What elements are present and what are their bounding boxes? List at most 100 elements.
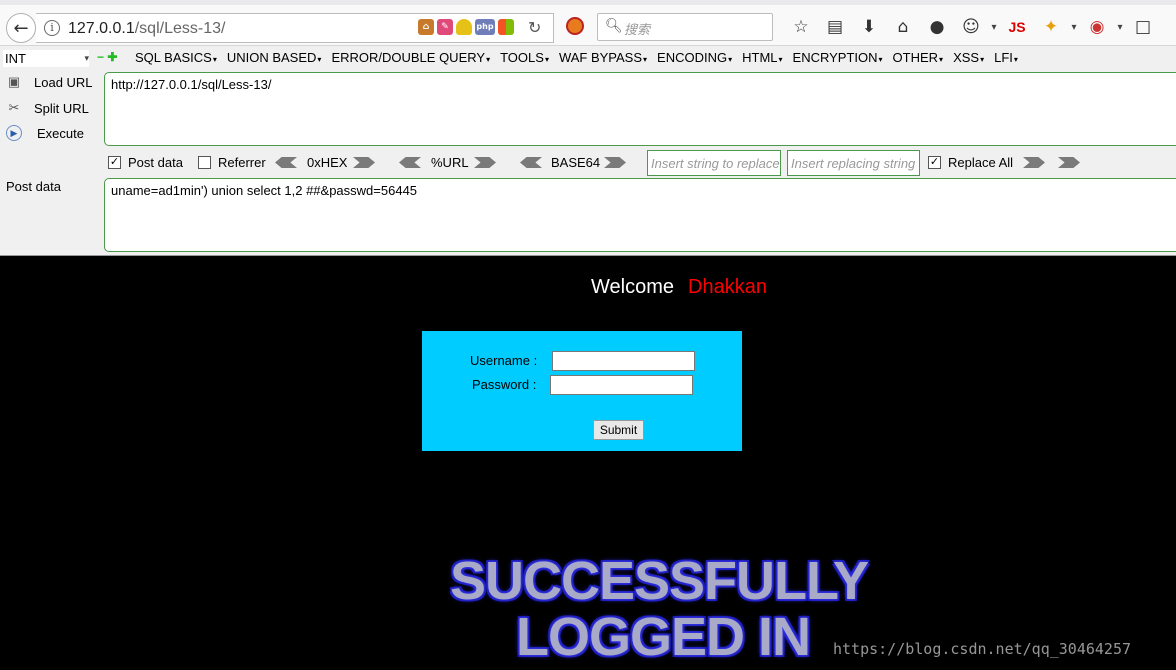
split-url-button[interactable]: ✂ Split URL	[6, 100, 89, 116]
checkbox-checked-icon: ✓	[108, 156, 121, 169]
windows-icon[interactable]	[498, 19, 514, 35]
menu-union-based[interactable]: UNION BASED	[227, 50, 322, 65]
success-line-2: LOGGED IN	[516, 607, 811, 667]
url-decode-arrow-icon[interactable]	[399, 157, 421, 168]
password-label: Password :	[472, 377, 537, 392]
menu-xss[interactable]: XSS	[953, 50, 984, 65]
address-bar[interactable]: i 127.0.0.1/sql/Less-13/ ⌂ ✎ php	[36, 13, 554, 43]
url-encode-arrow-icon[interactable]	[474, 157, 496, 168]
hex-label: 0xHEX	[307, 155, 348, 170]
firebug-dropdown-icon[interactable]: ▾	[1068, 15, 1080, 39]
replacing-string-input[interactable]: Insert replacing string	[787, 150, 920, 176]
login-form: Username : Password : Submit	[422, 331, 742, 451]
download-icon[interactable]: ⬇	[852, 15, 886, 39]
menu-encryption[interactable]: ENCRYPTION	[793, 50, 883, 65]
home-icon[interactable]: ⌂	[418, 19, 434, 35]
address-text[interactable]: 127.0.0.1/sql/Less-13/	[68, 20, 225, 38]
user-agent-icon[interactable]: ●	[920, 15, 954, 39]
home-button-icon[interactable]: ⌂	[886, 15, 920, 39]
replace-left-arrow-icon[interactable]	[1023, 157, 1045, 168]
palette-icon[interactable]: ☺	[954, 15, 988, 39]
browser-toolbar: ← i 127.0.0.1/sql/Less-13/ ⌂ ✎ php ↻ 🔍︎ …	[0, 0, 1176, 46]
url-textarea[interactable]: http://127.0.0.1/sql/Less-13/	[104, 72, 1176, 146]
firebug-icon[interactable]: ✦	[1034, 15, 1068, 39]
hackbar-toggle-icon[interactable]: ◉	[1080, 15, 1114, 39]
hex-decode-arrow-icon[interactable]	[275, 157, 297, 168]
select-arrow-icon: ▾	[84, 53, 89, 63]
checkbox-unchecked-icon	[198, 156, 211, 169]
base64-label: BASE64	[551, 155, 601, 170]
hackbar-options: ✓ Post data Referrer 0xHEX %URL BASE64 In…	[108, 150, 1176, 176]
replace-all-checkbox[interactable]: ✓ Replace All	[928, 155, 1013, 170]
welcome-text: Welcome	[591, 276, 674, 298]
split-url-label: Split URL	[34, 100, 89, 116]
load-url-label: Load URL	[34, 74, 93, 90]
sidebar-icon[interactable]: □	[1126, 15, 1160, 39]
type-select-value: INT	[5, 51, 26, 66]
post-data-value: uname=ad1min') union select 1,2 ##&passw…	[111, 183, 418, 198]
welcome-heading: Welcome Dhakkan	[591, 276, 767, 299]
hackbar-panel: INT ▾ − ✚ SQL BASICS UNION BASED ERROR/DO…	[0, 46, 1176, 256]
submit-button[interactable]: Submit	[593, 420, 644, 440]
search-bar[interactable]: 🔍︎ 搜索	[597, 13, 773, 41]
bookmark-star-icon[interactable]: ☆	[784, 15, 818, 39]
replace-string-input[interactable]: Insert string to replace	[647, 150, 781, 176]
username-input[interactable]	[552, 351, 695, 371]
username-label: Username :	[470, 353, 538, 368]
hackbar-dropdown-icon[interactable]: ▾	[1114, 15, 1126, 39]
success-line-1: SUCCESSFULLY	[450, 551, 869, 611]
execute-icon: ▶	[6, 125, 22, 141]
referrer-checkbox-label: Referrer	[218, 155, 266, 170]
noscript-icon[interactable]	[566, 17, 584, 35]
replace-right-arrow-icon[interactable]	[1058, 157, 1080, 168]
dropdown-chevron-icon[interactable]: ▾	[988, 15, 1000, 39]
reading-list-icon[interactable]: ▤	[818, 15, 852, 39]
post-data-checkbox[interactable]: ✓ Post data	[108, 155, 183, 170]
type-select[interactable]: INT ▾	[3, 50, 89, 67]
referrer-checkbox[interactable]: Referrer	[198, 155, 266, 170]
welcome-name: Dhakkan	[688, 276, 767, 298]
menu-html[interactable]: HTML	[742, 50, 782, 65]
menu-other[interactable]: OTHER	[893, 50, 944, 65]
post-data-textarea[interactable]: uname=ad1min') union select 1,2 ##&passw…	[104, 178, 1176, 252]
menu-sql-basics[interactable]: SQL BASICS	[135, 50, 217, 65]
lock-icon[interactable]	[456, 19, 472, 35]
info-icon[interactable]: i	[44, 20, 60, 36]
post-data-label: Post data	[6, 179, 61, 194]
hackbar-menu-items: SQL BASICS UNION BASED ERROR/DOUBLE QUER…	[135, 50, 1028, 65]
plus-minus-icon[interactable]: − ✚	[97, 50, 117, 64]
menu-error-double-query[interactable]: ERROR/DOUBLE QUERY	[331, 50, 490, 65]
base64-encode-arrow-icon[interactable]	[604, 157, 626, 168]
back-arrow-icon: ←	[13, 17, 29, 39]
menu-encoding[interactable]: ENCODING	[657, 50, 732, 65]
url-encode-label: %URL	[431, 155, 469, 170]
js-toggle-icon[interactable]: JS	[1000, 15, 1034, 39]
split-url-icon: ✂	[8, 100, 20, 115]
password-input[interactable]	[550, 375, 693, 395]
menu-waf-bypass[interactable]: WAF BYPASS	[559, 50, 647, 65]
php-icon[interactable]: php	[475, 19, 495, 35]
execute-label: Execute	[37, 125, 84, 141]
base64-decode-arrow-icon[interactable]	[520, 157, 542, 168]
menu-lfi[interactable]: LFI	[994, 50, 1018, 65]
reload-icon[interactable]: ↻	[528, 18, 541, 37]
search-icon: 🔍︎	[605, 18, 623, 34]
execute-button[interactable]: ▶ Execute	[6, 125, 84, 141]
search-placeholder: 搜索	[624, 23, 651, 38]
post-data-checkbox-label: Post data	[128, 155, 183, 170]
checkbox-checked-icon: ✓	[928, 156, 941, 169]
addon-icons: ⌂ ✎ php	[418, 19, 514, 35]
watermark: https://blog.csdn.net/qq_30464257	[833, 640, 1132, 658]
url-host: 127.0.0.1	[68, 20, 135, 37]
url-textarea-value: http://127.0.0.1/sql/Less-13/	[111, 77, 272, 92]
menu-tools[interactable]: TOOLS	[500, 50, 549, 65]
back-button[interactable]: ←	[6, 13, 36, 43]
load-url-icon: ▣	[7, 74, 21, 89]
hex-encode-arrow-icon[interactable]	[353, 157, 375, 168]
toolbar-icons: ☆ ▤ ⬇ ⌂ ● ☺ ▾ JS ✦ ▾ ◉ ▾ □	[784, 15, 1160, 39]
feather-icon[interactable]: ✎	[437, 19, 453, 35]
load-url-button[interactable]: ▣ Load URL	[6, 74, 93, 90]
tab-strip	[0, 0, 1176, 5]
url-path: /sql/Less-13/	[134, 20, 226, 37]
replace-all-label: Replace All	[948, 155, 1014, 170]
